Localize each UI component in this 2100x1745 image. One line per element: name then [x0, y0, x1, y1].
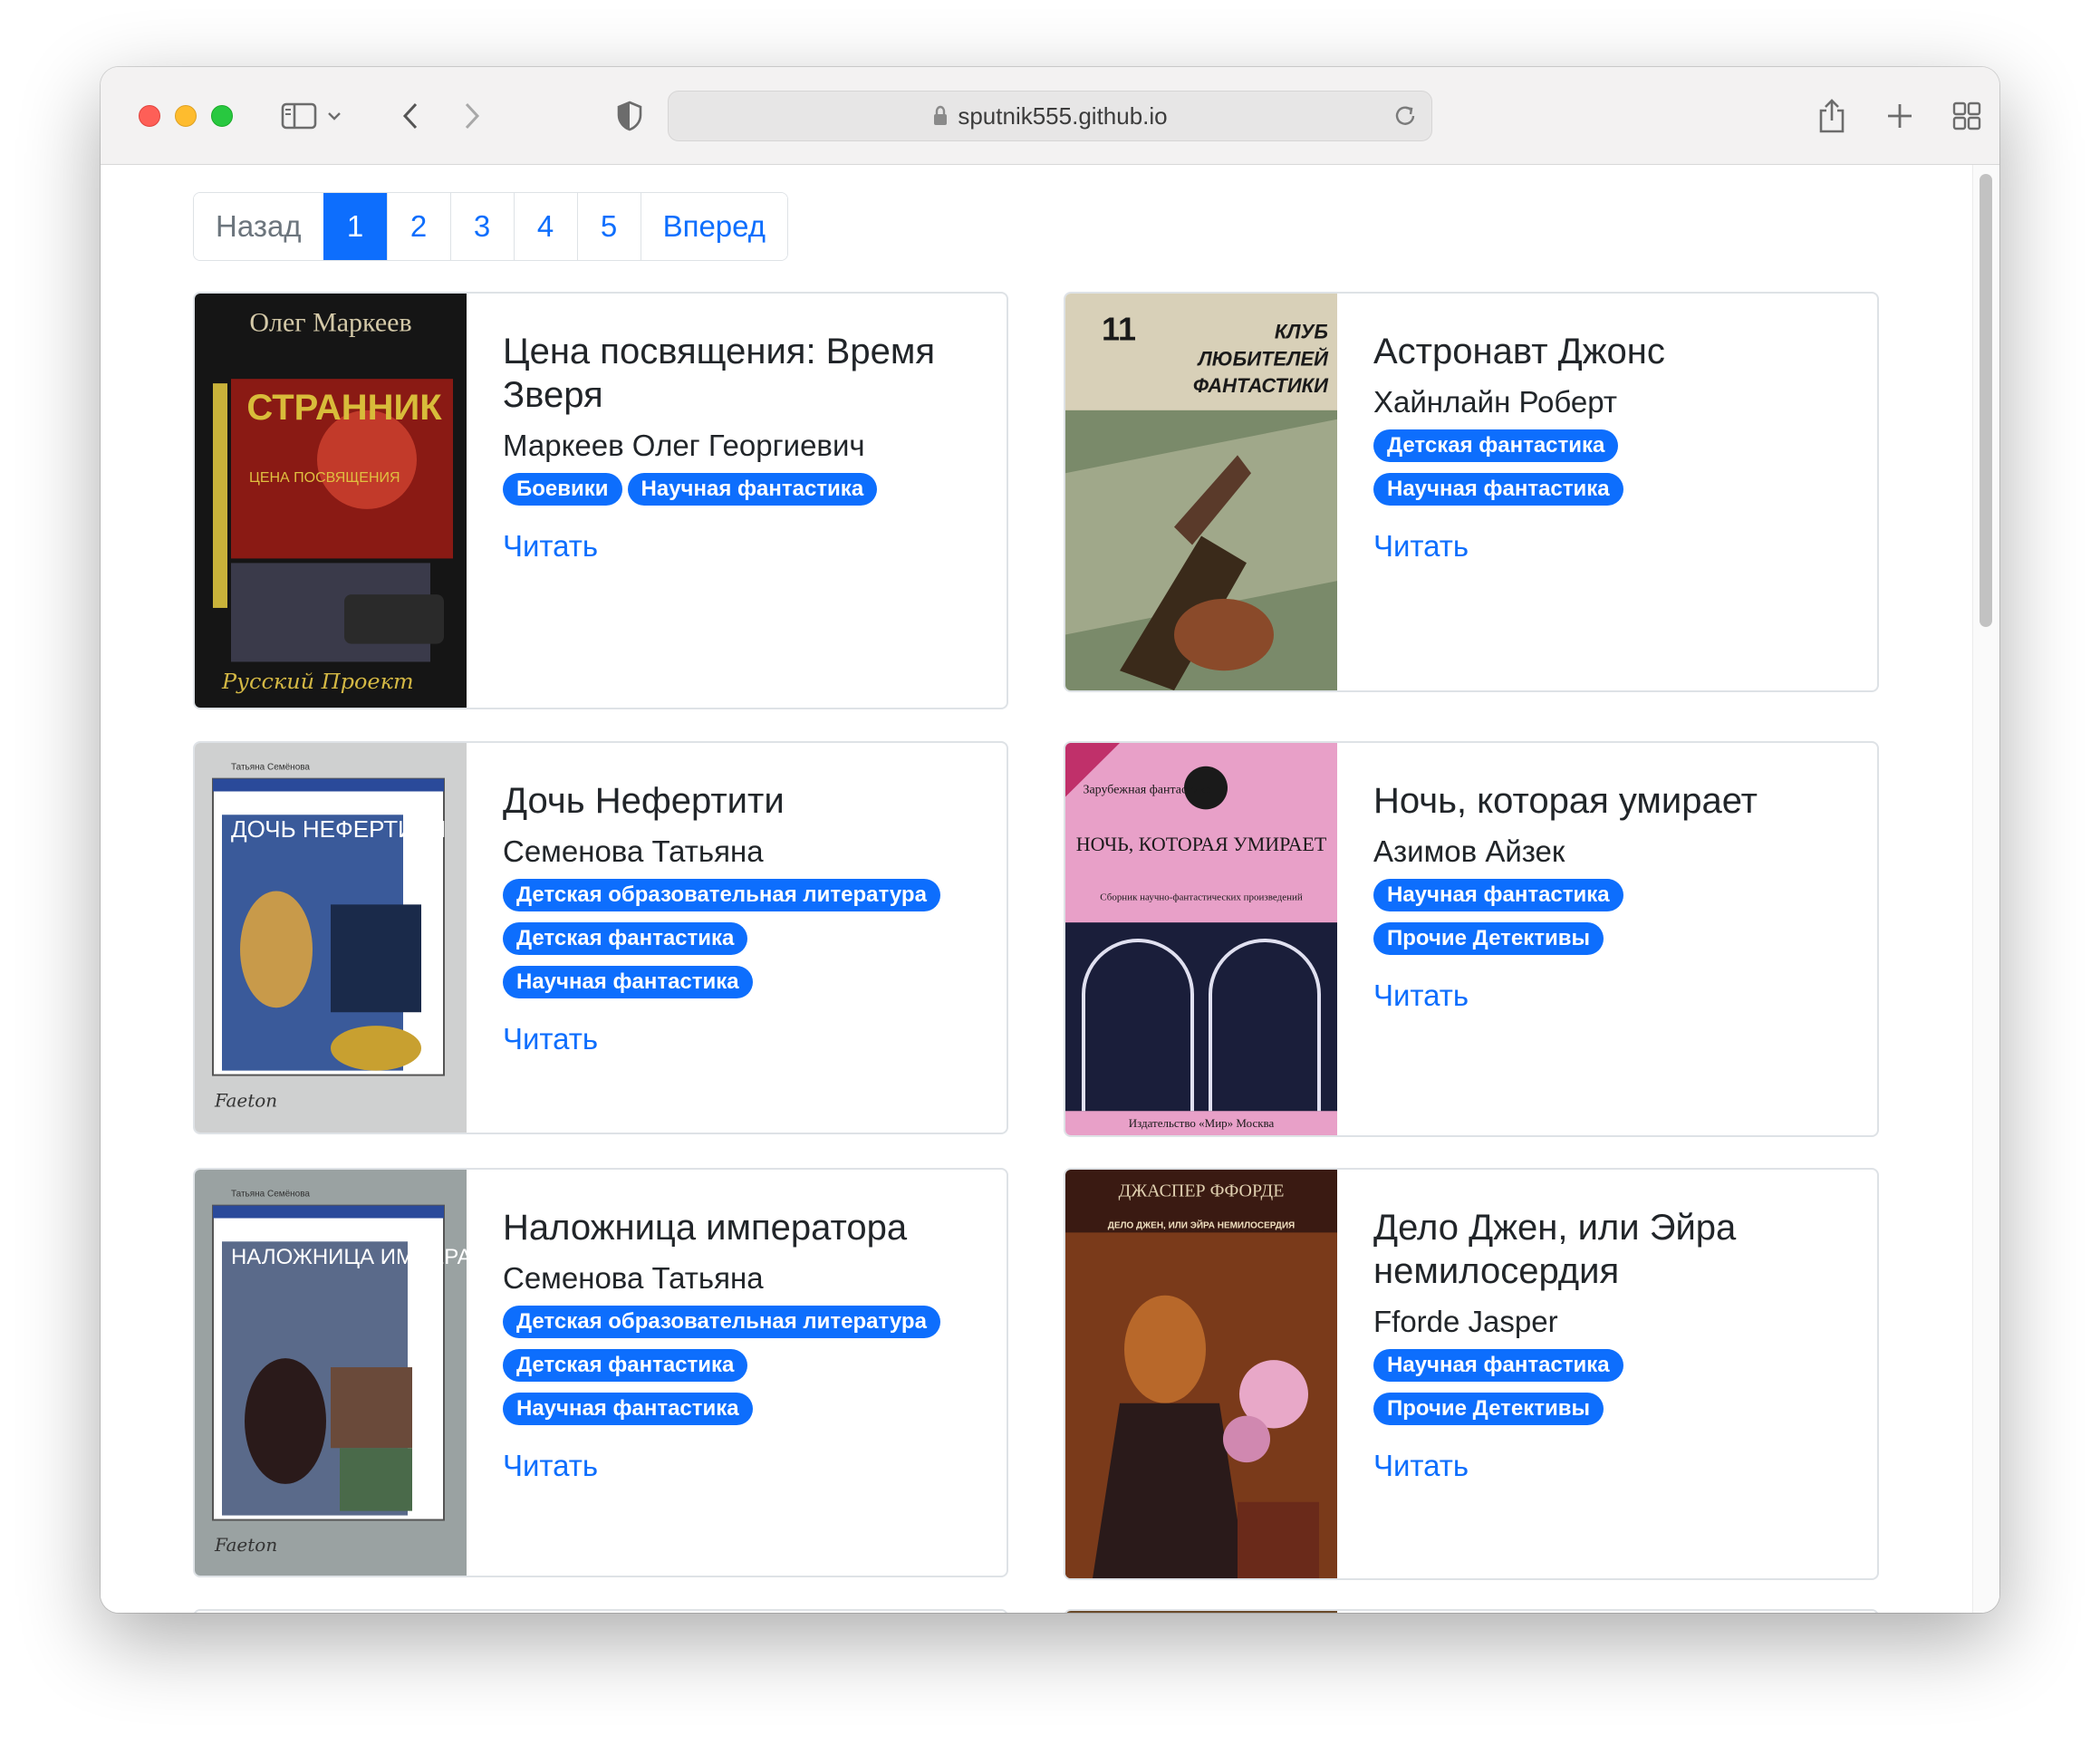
genre-badge: Научная фантастика — [1373, 879, 1623, 911]
tab-overview-icon[interactable] — [1945, 94, 1989, 138]
book-cover-image: Татьяна Семёнова ДОЧЬ НЕФЕРТИТИ Faeton — [195, 743, 467, 1133]
read-link[interactable]: Читать — [1373, 979, 1850, 1013]
genre-badge: Детская образовательная литература — [503, 1306, 940, 1338]
genre-badge: Детская фантастика — [1373, 429, 1619, 462]
svg-text:Татьяна Семёнова: Татьяна Семёнова — [231, 1190, 310, 1200]
read-link[interactable]: Читать — [1373, 529, 1850, 564]
genre-badge: Детская фантастика — [503, 922, 748, 955]
book-card: Олег Маркеев СТРАННИК ЦЕНА ПОСВЯЩЕНИЯ Ру… — [193, 292, 1008, 709]
chevron-down-icon[interactable] — [323, 94, 346, 138]
pagination-page-5[interactable]: 5 — [576, 193, 641, 260]
book-card: Татьяна Семёнова ДОЧЬ НЕФЕРТИТИ Faeton Д… — [193, 741, 1008, 1134]
book-title: Дочь Нефертити — [503, 781, 785, 821]
scrollbar-thumb[interactable] — [1980, 174, 1992, 627]
genre-badge: Научная фантастика — [1373, 473, 1623, 506]
pagination-page-3[interactable]: 3 — [449, 193, 514, 260]
svg-text:Татьяна Семёнова: Татьяна Семёнова — [231, 763, 310, 773]
reload-icon[interactable] — [1392, 102, 1419, 130]
book-author: Семенова Татьяна — [503, 834, 764, 868]
lock-icon — [934, 105, 948, 125]
read-link[interactable]: Читать — [503, 1449, 979, 1483]
svg-text:Faeton: Faeton — [214, 1535, 277, 1556]
zoom-window-button[interactable] — [211, 105, 233, 127]
book-cover-image: Татьяна Семёнова НАЛОЖНИЦА ИМПЕРАТОРА Fa… — [195, 1170, 467, 1576]
minimize-window-button[interactable] — [175, 105, 197, 127]
close-window-button[interactable] — [139, 105, 160, 127]
browser-window: sputnik555.github.io Назад 1 2 3 4 5 Впе… — [101, 67, 1999, 1613]
svg-text:Faeton: Faeton — [214, 1090, 277, 1111]
url-text: sputnik555.github.io — [958, 101, 1168, 130]
genre-badge: Детская образовательная литература — [503, 879, 940, 911]
genre-badge: Научная фантастика — [627, 473, 878, 506]
svg-text:ДЖАСПЕР ФФОРДЕ: ДЖАСПЕР ФФОРДЕ — [1119, 1181, 1285, 1201]
book-title: Дело Джен, или Эйра немилосердия — [1373, 1208, 1737, 1291]
pagination-prev[interactable]: Назад — [194, 193, 323, 260]
book-title: Ночь, которая умирает — [1373, 781, 1758, 821]
sidebar-toggle-icon[interactable] — [277, 94, 321, 138]
scrollbar[interactable] — [1972, 165, 1999, 1613]
genre-badge: Научная фантастика — [503, 1393, 753, 1425]
svg-text:КЛУБ: КЛУБ — [1275, 321, 1328, 343]
svg-text:Издательство «Мир» Москва: Издательство «Мир» Москва — [1129, 1116, 1275, 1130]
genre-badge: Научная фантастика — [503, 966, 753, 998]
book-card — [193, 1609, 1008, 1613]
book-author: Fforde Jasper — [1373, 1305, 1558, 1338]
book-card — [1064, 1609, 1879, 1613]
book-cover-image: Олег Маркеев СТРАННИК ЦЕНА ПОСВЯЩЕНИЯ Ру… — [195, 294, 467, 708]
genre-badge: Научная фантастика — [1373, 1349, 1623, 1382]
browser-toolbar: sputnik555.github.io — [101, 67, 1999, 165]
svg-text:ДЕЛО ДЖЕН, ИЛИ ЭЙРА НЕМИЛОСЕРД: ДЕЛО ДЖЕН, ИЛИ ЭЙРА НЕМИЛОСЕРДИЯ — [1108, 1220, 1295, 1230]
book-cover-image: Зарубежная фантастика НОЧЬ, КОТОРАЯ УМИР… — [1065, 743, 1337, 1135]
svg-text:НОЧЬ, КОТОРАЯ УМИРАЕТ: НОЧЬ, КОТОРАЯ УМИРАЕТ — [1076, 833, 1327, 855]
svg-text:НАЛОЖНИЦА ИМПЕРАТОРА: НАЛОЖНИЦА ИМПЕРАТОРА — [231, 1245, 467, 1269]
book-author: Маркеев Олег Георгиевич — [503, 429, 865, 462]
back-icon[interactable] — [389, 94, 432, 138]
svg-text:СТРАННИК: СТРАННИК — [246, 388, 442, 428]
svg-text:ФАНТАСТИКИ: ФАНТАСТИКИ — [1193, 374, 1329, 397]
read-link[interactable]: Читать — [503, 1022, 979, 1056]
svg-text:ЛЮБИТЕЛЕЙ: ЛЮБИТЕЛЕЙ — [1197, 346, 1330, 370]
book-title: Астронавт Джонс — [1373, 332, 1665, 371]
genre-badge: Прочие Детективы — [1373, 1393, 1604, 1425]
genre-badge: Детская фантастика — [503, 1349, 748, 1382]
book-author: Семенова Татьяна — [503, 1261, 764, 1295]
forward-icon[interactable] — [450, 94, 494, 138]
read-link[interactable]: Читать — [1373, 1449, 1850, 1483]
book-author: Азимов Айзек — [1373, 834, 1565, 868]
svg-text:Русский Проект: Русский Проект — [221, 669, 414, 694]
book-card: 11 КЛУБ ЛЮБИТЕЛЕЙ ФАНТАСТИКИ Астронавт Д… — [1064, 292, 1879, 692]
book-cover-image — [1065, 1611, 1337, 1613]
pagination-page-2[interactable]: 2 — [386, 193, 450, 260]
book-cover-image: 11 КЛУБ ЛЮБИТЕЛЕЙ ФАНТАСТИКИ — [1065, 294, 1337, 690]
book-title: Цена посвящения: Время Зверя — [503, 332, 936, 415]
svg-text:Олег Маркеев: Олег Маркеев — [249, 308, 411, 338]
book-card: Татьяна Семёнова НАЛОЖНИЦА ИМПЕРАТОРА Fa… — [193, 1168, 1008, 1577]
pagination-page-4[interactable]: 4 — [513, 193, 577, 260]
share-icon[interactable] — [1810, 94, 1854, 138]
book-card: Зарубежная фантастика НОЧЬ, КОТОРАЯ УМИР… — [1064, 741, 1879, 1137]
svg-text:ЦЕНА ПОСВЯЩЕНИЯ: ЦЕНА ПОСВЯЩЕНИЯ — [249, 470, 400, 486]
svg-text:Сборник научно-фантастических: Сборник научно-фантастических произведен… — [1100, 892, 1303, 902]
pagination-page-1[interactable]: 1 — [323, 193, 387, 260]
svg-text:Зарубежная фантастика: Зарубежная фантастика — [1083, 784, 1210, 797]
book-cover-image: ДЖАСПЕР ФФОРДЕ ДЕЛО ДЖЕН, ИЛИ ЭЙРА НЕМИЛ… — [1065, 1170, 1337, 1578]
pagination-next[interactable]: Вперед — [640, 193, 788, 260]
genre-badge: Боевики — [503, 473, 622, 506]
book-author: Хайнлайн Роберт — [1373, 385, 1617, 419]
privacy-shield-icon[interactable] — [608, 94, 651, 138]
pagination: Назад 1 2 3 4 5 Вперед — [193, 192, 789, 261]
book-card: ДЖАСПЕР ФФОРДЕ ДЕЛО ДЖЕН, ИЛИ ЭЙРА НЕМИЛ… — [1064, 1168, 1879, 1580]
page-content: Назад 1 2 3 4 5 Вперед Олег Маркеев СТРА… — [101, 165, 1999, 1613]
new-tab-icon[interactable] — [1878, 94, 1922, 138]
address-bar[interactable]: sputnik555.github.io — [668, 91, 1432, 141]
svg-text:ДОЧЬ НЕФЕРТИТИ: ДОЧЬ НЕФЕРТИТИ — [231, 817, 446, 843]
book-title: Наложница императора — [503, 1208, 908, 1248]
svg-text:11: 11 — [1102, 312, 1136, 348]
genre-badge: Прочие Детективы — [1373, 922, 1604, 955]
read-link[interactable]: Читать — [503, 529, 979, 564]
